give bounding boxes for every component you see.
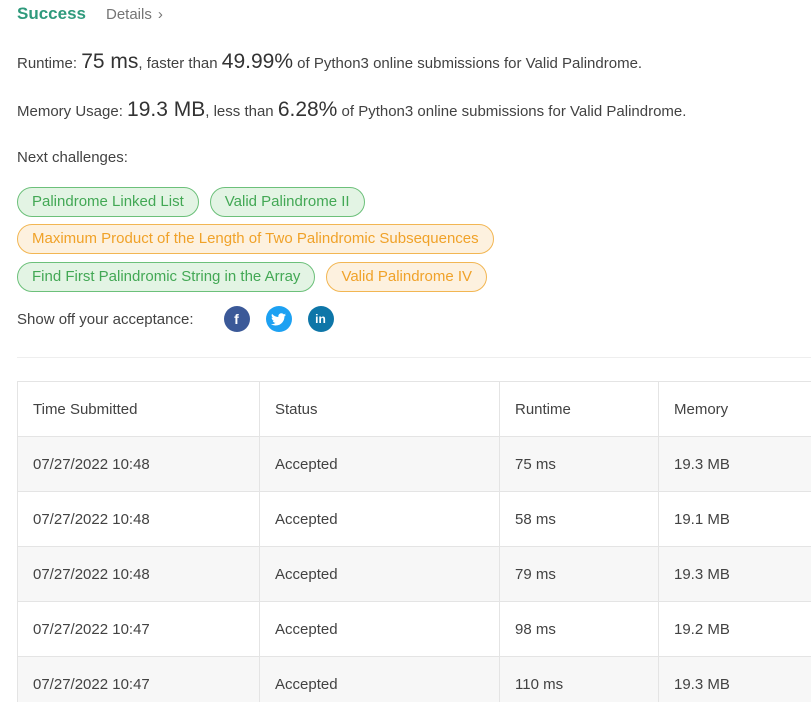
header-runtime[interactable]: Runtime — [499, 381, 659, 437]
runtime-label: Runtime: — [17, 55, 82, 72]
cell-status-link[interactable]: Accepted — [259, 601, 500, 657]
cell-memory: 19.3 MB — [658, 546, 811, 602]
challenge-tag-valid-palindrome-iv[interactable]: Valid Palindrome IV — [326, 262, 488, 292]
table-header-row: Time Submitted Status Runtime Memory — [17, 381, 811, 437]
challenge-tag-maximum-product[interactable]: Maximum Product of the Length of Two Pal… — [17, 224, 494, 254]
runtime-value: 75 ms — [81, 50, 139, 73]
memory-middle: , less than — [205, 103, 278, 120]
runtime-percent: 49.99% — [221, 50, 294, 73]
challenge-tag-valid-palindrome-ii[interactable]: Valid Palindrome II — [209, 187, 365, 217]
memory-stat: Memory Usage: 19.3 MB, less than 6.28% o… — [17, 98, 686, 122]
memory-label: Memory Usage: — [17, 103, 128, 120]
twitter-bird-icon — [271, 312, 286, 325]
linkedin-icon[interactable]: in — [307, 306, 334, 332]
challenge-row: Find First Palindromic String in the Arr… — [17, 262, 488, 292]
cell-time: 07/27/2022 10:48 — [17, 436, 260, 492]
linkedin-glyph: in — [315, 312, 326, 326]
result-header: Success Details › — [17, 4, 163, 24]
header-status[interactable]: Status — [259, 381, 500, 437]
share-label: Show off your acceptance: — [17, 310, 194, 328]
cell-status-link[interactable]: Accepted — [259, 546, 500, 602]
cell-runtime: 75 ms — [499, 436, 659, 492]
cell-runtime: 98 ms — [499, 601, 659, 657]
result-status: Success — [17, 4, 86, 23]
cell-memory: 19.1 MB — [658, 491, 811, 547]
cell-memory: 19.3 MB — [658, 436, 811, 492]
cell-status-link[interactable]: Accepted — [259, 656, 500, 702]
runtime-middle: , faster than — [138, 55, 222, 72]
challenge-row: Maximum Product of the Length of Two Pal… — [17, 224, 494, 254]
chevron-right-icon[interactable]: › — [158, 6, 163, 23]
cell-time: 07/27/2022 10:47 — [17, 601, 260, 657]
challenge-tag-find-first-palindromic[interactable]: Find First Palindromic String in the Arr… — [17, 262, 316, 292]
table-row: 07/27/2022 10:48 Accepted 79 ms 19.3 MB — [17, 546, 811, 602]
table-row: 07/27/2022 10:48 Accepted 75 ms 19.3 MB — [17, 436, 811, 492]
challenge-tag-palindrome-linked-list[interactable]: Palindrome Linked List — [17, 187, 199, 217]
cell-runtime: 79 ms — [499, 546, 659, 602]
submissions-table: Time Submitted Status Runtime Memory 07/… — [17, 381, 811, 702]
submission-result-page: Success Details › Runtime: 75 ms, faster… — [0, 0, 811, 702]
cell-memory: 19.2 MB — [658, 601, 811, 657]
cell-status-link[interactable]: Accepted — [259, 436, 500, 492]
runtime-stat: Runtime: 75 ms, faster than 49.99% of Py… — [17, 50, 642, 74]
cell-time: 07/27/2022 10:48 — [17, 491, 260, 547]
twitter-icon[interactable] — [265, 306, 292, 332]
facebook-icon[interactable]: f — [223, 306, 250, 332]
memory-value: 19.3 MB — [127, 98, 206, 121]
header-time-submitted[interactable]: Time Submitted — [17, 381, 260, 437]
table-row: 07/27/2022 10:47 Accepted 110 ms 19.3 MB — [17, 656, 811, 702]
cell-runtime: 110 ms — [499, 656, 659, 702]
cell-status-link[interactable]: Accepted — [259, 491, 500, 547]
challenge-row: Palindrome Linked List Valid Palindrome … — [17, 187, 365, 217]
section-divider — [17, 357, 811, 358]
facebook-glyph: f — [234, 311, 239, 327]
share-section: Show off your acceptance: f in — [17, 306, 334, 332]
cell-time: 07/27/2022 10:48 — [17, 546, 260, 602]
table-row: 07/27/2022 10:48 Accepted 58 ms 19.1 MB — [17, 491, 811, 547]
table-row: 07/27/2022 10:47 Accepted 98 ms 19.2 MB — [17, 601, 811, 657]
cell-time: 07/27/2022 10:47 — [17, 656, 260, 702]
runtime-suffix: of Python3 online submissions for Valid … — [293, 55, 643, 72]
cell-runtime: 58 ms — [499, 491, 659, 547]
next-challenges-label: Next challenges: — [17, 149, 128, 166]
memory-suffix: of Python3 online submissions for Valid … — [337, 103, 687, 120]
cell-memory: 19.3 MB — [658, 656, 811, 702]
header-memory[interactable]: Memory — [658, 381, 811, 437]
details-link[interactable]: Details — [106, 6, 152, 23]
memory-percent: 6.28% — [277, 98, 338, 121]
